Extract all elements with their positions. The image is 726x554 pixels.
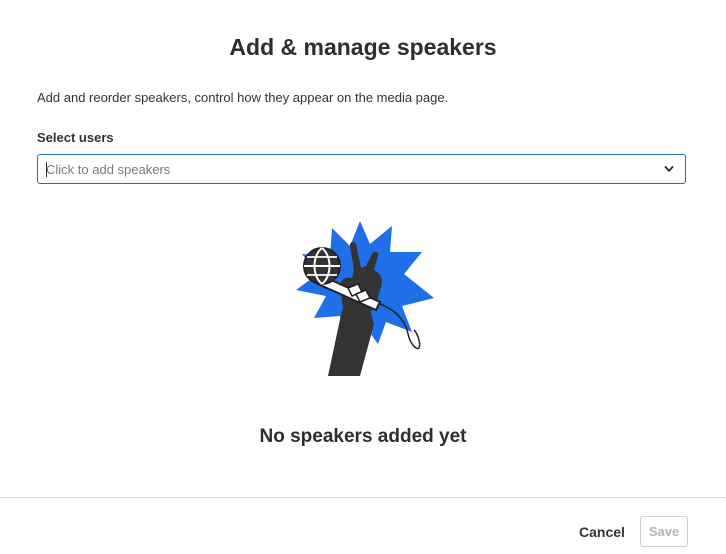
footer-divider: [0, 497, 726, 498]
empty-state-message: No speakers added yet: [259, 426, 467, 447]
select-users-dropdown[interactable]: [37, 154, 686, 184]
save-button[interactable]: Save: [640, 516, 688, 547]
microphone-head: [303, 247, 341, 285]
cancel-button[interactable]: Cancel: [572, 516, 632, 547]
chevron-down-icon[interactable]: [664, 164, 674, 174]
add-manage-speakers-dialog: Add & manage speakers Add and reorder sp…: [0, 0, 726, 554]
dialog-description: Add and reorder speakers, control how th…: [37, 90, 449, 105]
text-cursor: [46, 162, 47, 177]
speakers-search-input[interactable]: [46, 155, 646, 183]
hand-holding-microphone-icon: [296, 221, 434, 376]
dialog-title: Add & manage speakers: [229, 34, 497, 60]
select-users-label: Select users: [37, 130, 114, 145]
